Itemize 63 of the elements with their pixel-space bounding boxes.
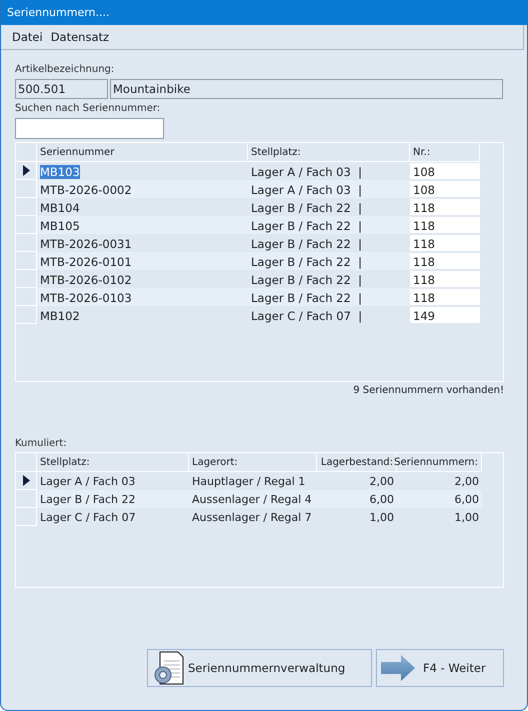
table-cell: Lager A / Fach 03 | — [248, 180, 410, 198]
table-cell-text: Lager C / Fach 07 | — [250, 308, 364, 324]
table-cell: Lager B / Fach 22 | — [248, 252, 410, 270]
current-row-icon — [22, 475, 30, 486]
table-cell: 6,00 — [397, 490, 482, 508]
article-number-field: 500.501 — [15, 79, 108, 99]
table-cell-text: 1,00 — [368, 510, 395, 526]
table-cell-text: MB104 — [39, 200, 81, 216]
table-cell-text: Lager B / Fach 22 | — [250, 272, 363, 288]
table-cell: 6,00 — [317, 490, 397, 508]
table-cell-text: 2,00 — [368, 474, 395, 490]
table-cell-text: MB102 — [39, 308, 81, 324]
column-header[interactable]: Nr.: — [410, 143, 480, 162]
table-cell: 118 — [410, 199, 480, 215]
column-header[interactable]: Seriennummer — [37, 143, 248, 162]
table-cell-text: 2,00 — [454, 474, 480, 490]
menu-item[interactable]: Datei — [12, 30, 43, 44]
table-cell: Aussenlager / Regal 4 — [189, 490, 317, 508]
column-header[interactable]: Stellplatz: — [248, 143, 410, 162]
document-gear-icon — [152, 651, 186, 685]
table-cell: 118 — [410, 235, 480, 251]
table-cell: MTB-2026-0101 — [37, 252, 248, 270]
table-cell-text: Lager A / Fach 03 — [39, 474, 136, 490]
table-cell-text: Lager A / Fach 03 | — [250, 164, 363, 180]
table-cell: 118 — [410, 289, 480, 305]
table-cell: MTB-2026-0103 — [37, 288, 248, 306]
arrow-right-icon — [381, 655, 415, 681]
field-label: Artikelbezeichnung: — [15, 64, 114, 75]
table-cell: MTB-2026-0002 — [37, 180, 248, 198]
manage-button[interactable]: Seriennummernverwaltung — [147, 649, 372, 687]
table-cell: MB103 — [40, 164, 80, 178]
table-cell-text: Lager B / Fach 22 | — [250, 236, 363, 252]
next-button[interactable]: F4 - Weiter — [376, 649, 504, 687]
article-name-field: Mountainbike — [110, 79, 503, 99]
table-cell-text: MTB-2026-0102 — [39, 272, 133, 288]
table-cell: 118 — [410, 271, 480, 287]
column-header[interactable]: Stellplatz: — [37, 453, 189, 472]
table-cell-text: Lager B / Fach 22 | — [250, 200, 363, 216]
count-text: 9 Seriennummern vorhanden! — [353, 385, 504, 396]
table-cell: Lager B / Fach 22 — [37, 490, 189, 508]
table-cell-text: Hauptlager / Regal 1 — [191, 474, 306, 490]
field-label: Suchen nach Seriennummer: — [15, 103, 160, 114]
menu-item[interactable]: Datensatz — [50, 30, 110, 44]
column-header[interactable]: Seriennummern: — [397, 453, 482, 472]
search-field[interactable] — [15, 118, 164, 139]
table-cell: Lager B / Fach 22 | — [248, 216, 410, 234]
section-label: Kumuliert: — [15, 438, 67, 449]
table-cell: Lager B / Fach 22 | — [248, 288, 410, 306]
table-cell-text: 1,00 — [454, 510, 480, 526]
table-cell: 118 — [410, 217, 480, 233]
table-cell: MB105 — [37, 216, 248, 234]
row-selector[interactable] — [16, 472, 37, 490]
table-cell: 118 — [410, 253, 480, 269]
table-cell: 149 — [410, 307, 480, 323]
table-cell-text: Lager C / Fach 07 — [39, 510, 137, 526]
table-cell-text: MTB-2026-0031 — [39, 236, 133, 252]
table-cell: 108 — [410, 163, 480, 179]
column-header[interactable]: Lagerort: — [189, 453, 317, 472]
current-row-icon — [22, 165, 30, 176]
row-selector[interactable] — [16, 162, 37, 180]
table-cell-text: Aussenlager / Regal 7 — [191, 510, 313, 526]
table-cell: 108 — [410, 181, 480, 197]
window-title: Seriennummern.... — [7, 6, 110, 19]
